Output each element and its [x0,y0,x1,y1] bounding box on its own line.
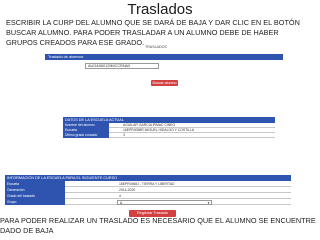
screenshot-label: TRASLADOS [145,45,167,49]
search-section-header: Traslado de alumnos [45,54,283,60]
next-school-section: INFORMACIÓN DE LA ESCUELA PARA EL SIGUIE… [5,175,291,205]
footer-text: PARA PODER REALIZAR UN TRASLADO ES NECES… [0,216,316,235]
row-value: 3 [123,133,125,137]
group-select[interactable]: A ▼ [117,199,212,205]
intro-text: ESCRIBIR LA CURP DEL ALUMNO QUE SE DARÁ … [6,18,300,47]
table-row: Último grado cursado 3 [63,133,275,138]
chevron-down-icon: ▼ [207,200,210,205]
page-title: Traslados [127,1,193,18]
curp-input[interactable]: AUGA960129MCCRNA0 [85,63,159,69]
search-student-button[interactable]: Buscar alumno [151,80,178,86]
group-select-value: A [120,200,123,205]
screenshot-panel: TRASLADOS Traslado de alumnos AUGA960129… [5,45,311,217]
row-label: Último grado cursado [63,133,109,138]
current-school-section: DATOS DE LA ESCUELA ACTUAL Nombre del al… [63,117,275,138]
table-row: Grupo A ▼ [5,199,291,205]
row-label: Grupo [5,199,65,205]
